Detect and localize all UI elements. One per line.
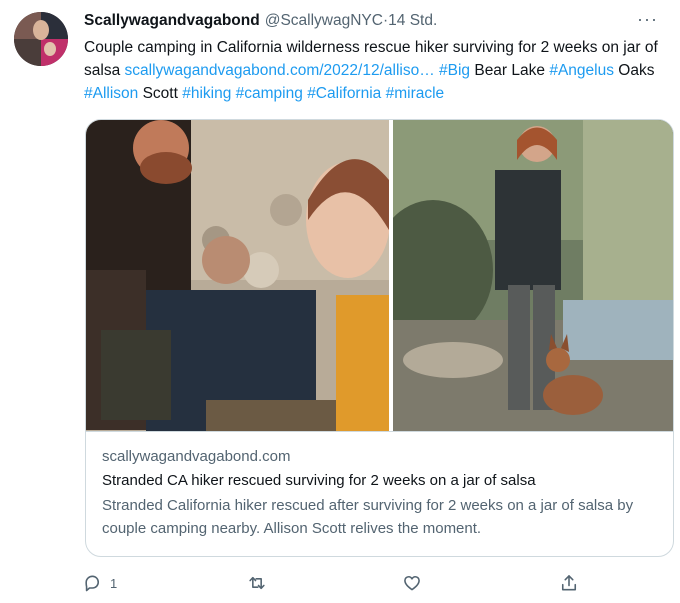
author-handle[interactable]: @ScallywagNYC [265,12,383,30]
tweet-timestamp[interactable]: 14 Std. [388,12,437,30]
card-title: Stranded CA hiker rescued surviving for … [102,472,536,489]
card-domain: scallywagandvagabond.com [102,448,291,465]
tweet-url-link[interactable]: scallywagandvagabond.com/2022/12/alliso… [125,62,435,79]
card-photo-hiker-dog[interactable] [393,120,673,431]
heart-icon [404,575,420,591]
tweet-text-segment: Bear Lake [470,62,550,79]
avatar-tile [14,39,41,66]
author-name[interactable]: Scallywagandvagabond [84,12,260,30]
retweet-button[interactable] [247,570,267,596]
share-icon [561,575,577,591]
hashtag-hiking[interactable]: #hiking [182,85,231,102]
hashtag-camping[interactable]: #camping [236,85,303,102]
link-preview-card[interactable]: scallywagandvagabond.com Stranded CA hik… [85,119,674,557]
reply-button[interactable]: 1 [82,570,117,596]
share-button[interactable] [559,570,579,596]
tweet-header: Scallywagandvagabond @ScallywagNYC · 14 … [84,11,437,31]
hashtag-allison[interactable]: #Allison [84,85,138,102]
tweet-text-segment: Scott [138,85,183,102]
hashtag-big[interactable]: #Big [439,62,470,79]
author-avatar[interactable] [14,12,68,66]
more-options-icon[interactable]: ··· [637,9,658,30]
card-photo-selfie[interactable] [86,120,389,431]
avatar-face [44,42,56,56]
tweet-text: Couple camping in California wilderness … [84,36,674,105]
reply-icon [85,575,100,592]
selfie-photo-illustration [86,120,389,431]
reply-count: 1 [110,575,118,591]
tweet-action-bar: 1 [82,570,582,596]
card-info[interactable]: scallywagandvagabond.com Stranded CA hik… [86,431,673,556]
tweet-text-segment: Oaks [613,62,655,79]
hashtag-miracle[interactable]: #miracle [386,85,445,102]
retweet-icon [249,576,265,590]
hiker-dog-photo-illustration [393,120,673,431]
avatar-face [33,20,49,40]
like-button[interactable] [402,570,422,596]
hashtag-california[interactable]: #California [307,85,381,102]
card-description: Stranded California hiker rescued after … [102,497,634,537]
hashtag-angelus[interactable]: #Angelus [549,62,614,79]
